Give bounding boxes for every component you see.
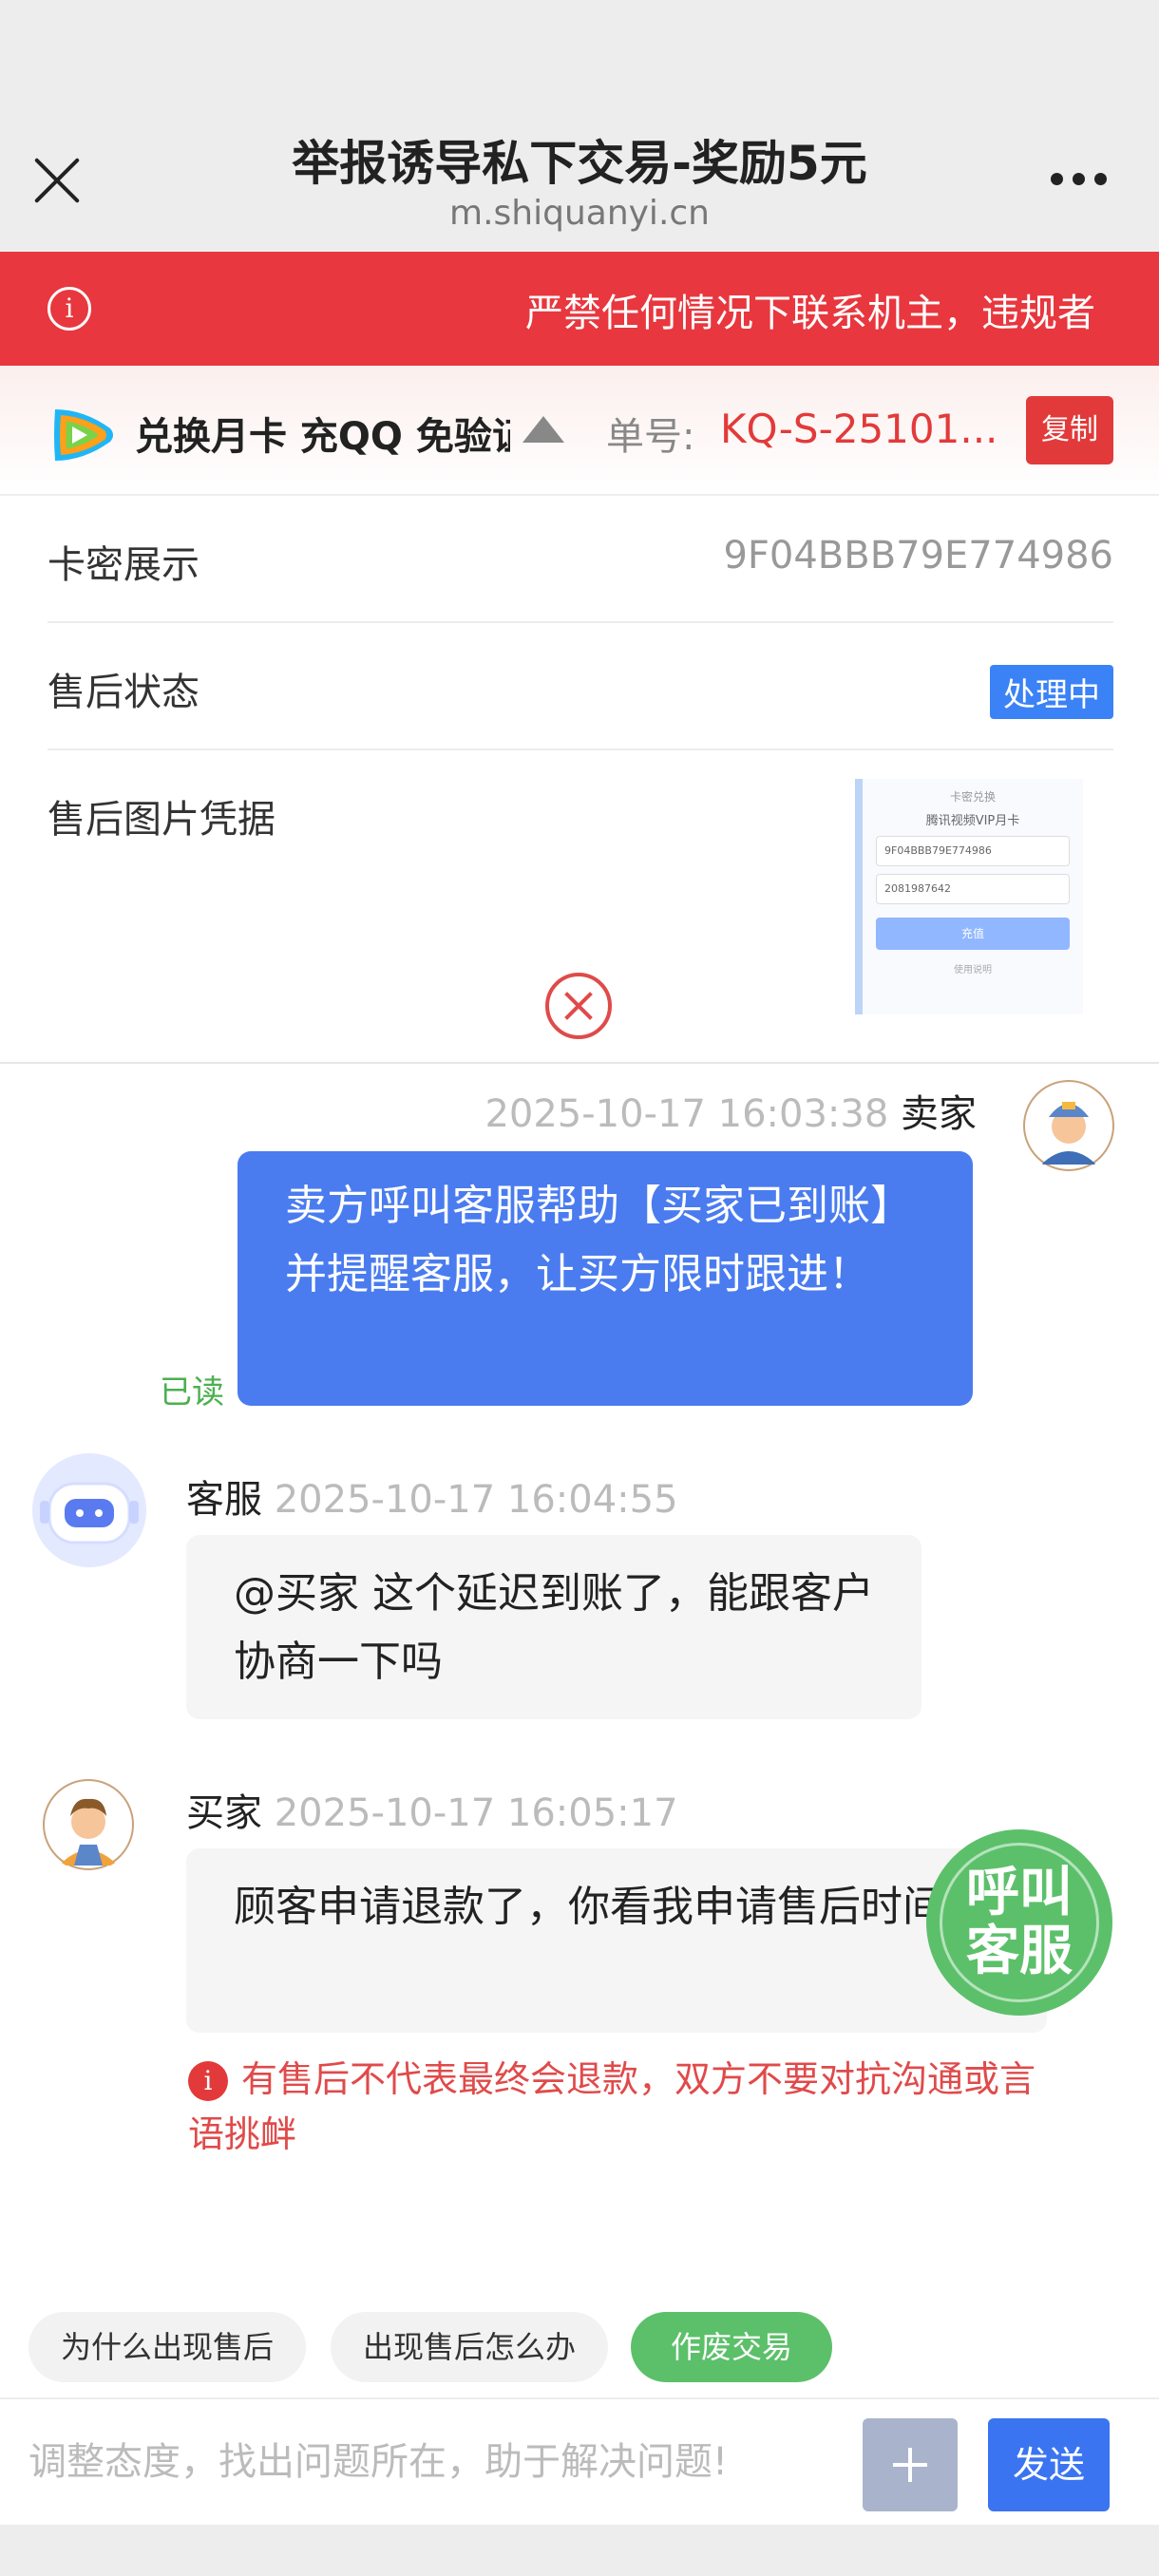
evidence-image-button: 充值 [876,918,1070,950]
more-options-icon[interactable] [1051,173,1107,185]
plus-icon[interactable] [863,2418,958,2511]
status-badge: 处理中 [990,665,1113,719]
order-number: KQ-S-25101... [720,406,998,452]
notice-banner: i 严禁任何情况下联系机主，违规者 [0,252,1159,366]
message-input-bar: 发送 [0,2397,1159,2525]
message-meta: 客服 2025-10-17 16:04:55 [186,1468,678,1524]
warning-text: 有售后不代表最终会退款，双方不要对抗沟通或言语挑衅 [188,2058,1036,2155]
caret-up-icon[interactable] [522,416,564,443]
after-sale-status-label: 售后状态 [48,671,200,714]
seller-avatar [1023,1080,1114,1171]
evidence-image[interactable]: 卡密兑换 腾讯视频VIP月卡 9F04BBB79E774986 20819876… [855,779,1083,1014]
evidence-image-field: 9F04BBB79E774986 [876,836,1070,866]
message-bubble: 卖方呼叫客服帮助【买家已到账】并提醒客服，让买方限时跟进！ [238,1151,973,1406]
copy-button[interactable]: 复制 [1026,396,1113,464]
evidence-image-title: 卡密兑换 [949,790,996,804]
message-sender: 买家 [186,1791,262,1835]
send-button[interactable]: 发送 [988,2418,1110,2511]
message-bubble: 顾客申请退款了，你看我申请售后时间 [186,1848,1047,2033]
call-service-button[interactable]: 呼叫 客服 [926,1829,1112,2016]
tencent-video-logo-icon [54,409,113,461]
message-meta: 2025-10-17 16:03:38 卖家 [484,1083,977,1138]
evidence-image-field: 2081987642 [876,874,1070,904]
message-sender: 客服 [186,1478,262,1522]
call-service-label-line2: 客服 [966,1921,1073,1982]
card-secret-value: 9F04BBB79E774986 [723,534,1113,578]
message-time: 2025-10-17 16:03:38 [484,1092,889,1136]
message-sender: 卖家 [901,1092,977,1136]
evidence-image-subtitle: 腾讯视频VIP月卡 [925,814,1020,828]
message-bubble: @买家 这个延迟到账了，能跟客户协商一下吗 [186,1535,922,1719]
notice-text: 严禁任何情况下联系机主，违规者 [525,292,1095,335]
evidence-label: 售后图片凭据 [48,798,276,842]
quick-chip-what-to-do[interactable]: 出现售后怎么办 [331,2312,608,2382]
buyer-avatar [43,1779,134,1870]
after-sale-status-row: 售后状态 处理中 [48,623,1113,750]
message-time: 2025-10-17 16:05:17 [274,1791,678,1835]
top-nav-bar: 举报诱导私下交易-奖励5元 m.shiquanyi.cn [0,0,1159,252]
page-title: 举报诱导私下交易-奖励5元 [292,136,867,191]
product-name: 兑换月卡 充QQ 免验证 [135,415,510,459]
evidence-image-footer: 使用说明 [954,965,992,975]
page-url: m.shiquanyi.cn [449,194,710,233]
section-divider [0,1062,1159,1064]
read-status: 已读 [160,1373,224,1411]
order-number-label: 单号: [606,415,695,459]
customer-service-avatar [32,1453,146,1567]
message-meta: 买家 2025-10-17 16:05:17 [186,1782,678,1837]
close-circle-icon[interactable] [545,973,612,1039]
card-secret-row: 卡密展示 9F04BBB79E774986 [48,496,1113,623]
message-time: 2025-10-17 16:04:55 [274,1478,678,1522]
info-icon: i [48,287,91,331]
after-sale-warning: i 有售后不代表最终会退款，双方不要对抗沟通或言语挑衅 [188,2052,1043,2162]
call-service-label-line1: 呼叫 [966,1862,1073,1923]
order-header: 兑换月卡 充QQ 免验证 单号: KQ-S-25101... 复制 [0,366,1159,496]
message-input[interactable] [28,2416,846,2508]
quick-chip-why-after-sale[interactable]: 为什么出现售后 [28,2312,306,2382]
card-secret-label: 卡密展示 [48,543,200,587]
alert-icon: i [188,2061,228,2101]
quick-chip-void-trade[interactable]: 作废交易 [631,2312,832,2382]
bottom-safe-area [0,2525,1159,2576]
